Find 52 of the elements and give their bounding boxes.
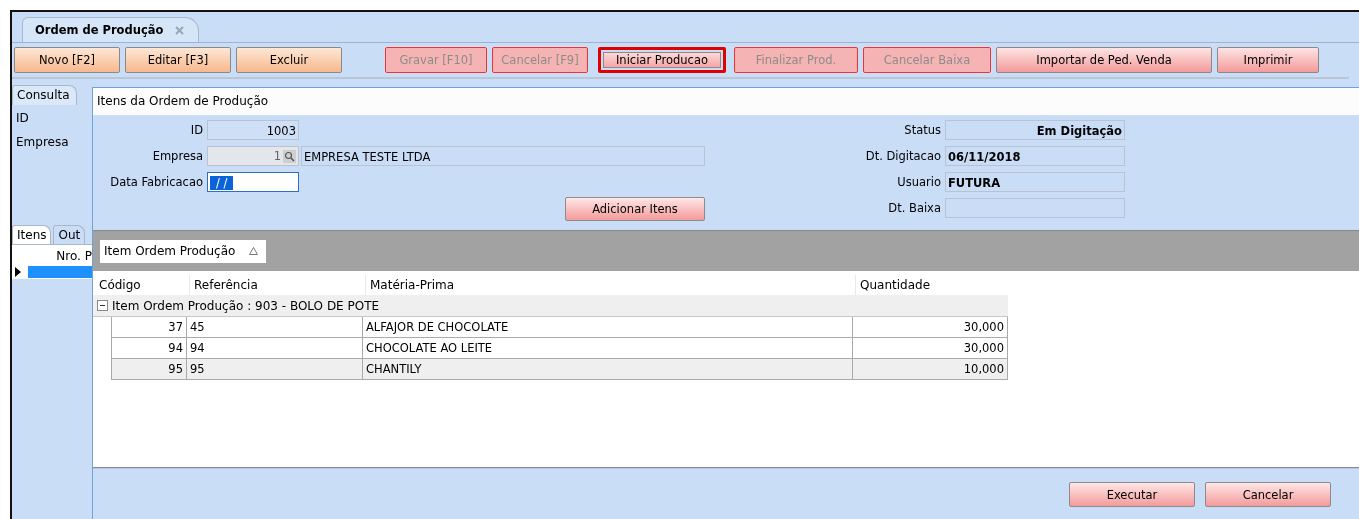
date-field[interactable]: / / [207,172,299,192]
company-name-field: EMPRESA TESTE LTDA [301,146,705,166]
table-cell: 94 [187,338,363,359]
code-field[interactable]: 1 [207,146,299,166]
toolbar-button[interactable]: Excluir [236,47,342,73]
tab[interactable]: Out [53,225,86,244]
table-cell: CHOCOLATE AO LEITE [363,338,853,359]
group-row[interactable]: Item Ordem Produção : 903 - BOLO DE POTE [93,295,1008,317]
field-label: Dt. Digitacao [864,149,942,163]
table-cell: 30,000 [853,338,1008,359]
group-chip[interactable]: Item Ordem Produção [100,239,267,263]
field-label: Usuario [896,175,942,189]
tab[interactable]: Itens [12,225,52,244]
field: 06/11/2018 [945,146,1125,166]
field-label: Empresa [151,149,204,163]
field-label: ID [15,110,30,127]
selected-row[interactable] [28,266,92,278]
dialog-button[interactable]: Cancelar [1205,482,1331,507]
close-icon[interactable] [175,25,185,35]
table-cell: 45 [187,317,363,338]
table-cell: 94 [111,338,187,359]
dialog-title: Itens da Ordem de Produção [93,88,1359,115]
collapse-icon [97,300,108,311]
toolbar-button[interactable]: Iniciar Producao [598,47,726,73]
dialog-button[interactable]: Executar [1069,482,1195,507]
toolbar-button[interactable]: Importar de Ped. Venda [996,47,1212,73]
field-label: Data Fabricacao [109,175,204,189]
table-cell: 95 [187,359,363,380]
add-items-button[interactable]: Adicionar Itens [565,197,705,221]
id-field[interactable]: 1003 [207,120,299,140]
sort-icon [249,247,259,255]
field-label: Status [903,123,942,137]
table-cell: 95 [111,359,187,380]
toolbar-button[interactable]: Editar [F3] [125,47,231,73]
column-header: Nro. P [12,245,92,265]
field-label: Empresa [15,134,70,151]
field: FUTURA [945,172,1125,192]
tab[interactable]: Consulta [12,85,77,105]
field: Em Digitação [945,120,1125,140]
toolbar-button[interactable]: Novo [F2] [14,47,120,73]
search-icon[interactable] [283,149,296,163]
table-cell: 37 [111,317,187,338]
row-pointer-icon [14,266,22,278]
table-cell: 30,000 [853,317,1008,338]
toolbar-button[interactable]: Imprimir [1217,47,1319,73]
table-cell: ALFAJOR DE CHOCOLATE [363,317,853,338]
field-label: Dt. Baixa [887,201,942,215]
document-tab[interactable]: Ordem de Produção [22,17,200,42]
table-cell: 10,000 [853,359,1008,380]
column-header[interactable]: Código [95,275,189,295]
table-cell: CHANTILY [363,359,853,380]
field-label: ID [189,123,204,137]
